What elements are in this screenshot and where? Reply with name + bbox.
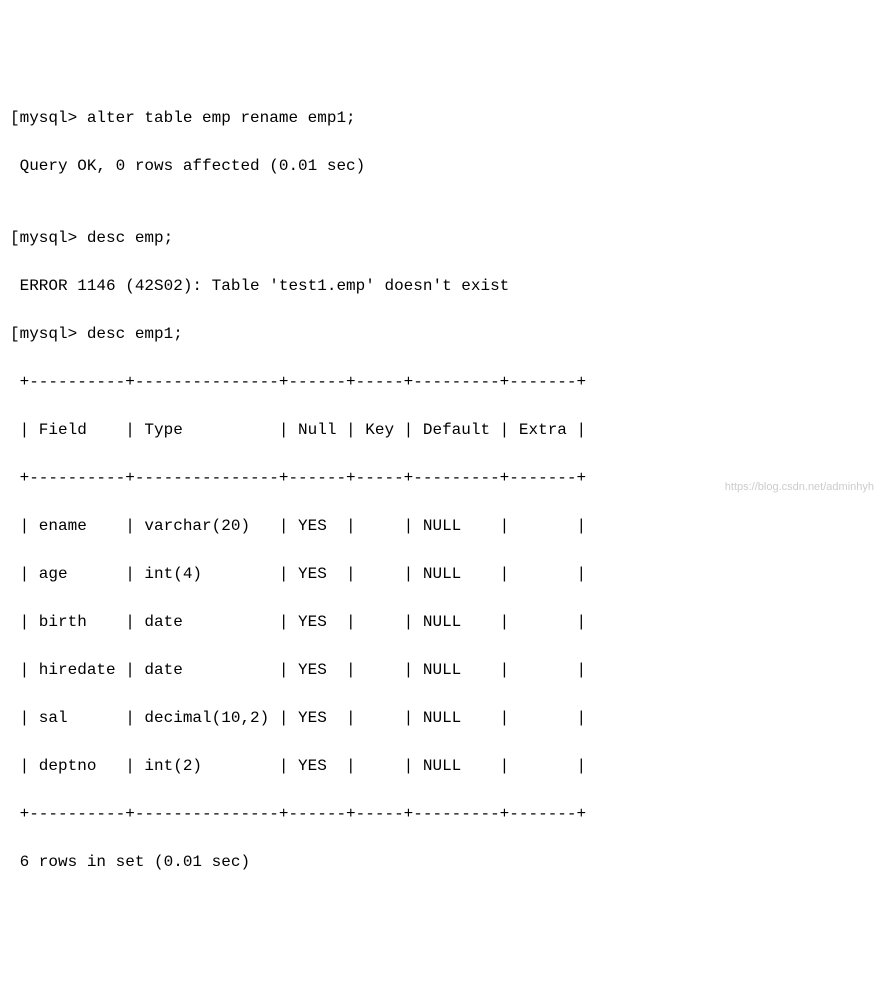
mysql-command-desc-emp: [mysql> desc emp;: [10, 226, 874, 250]
query-ok-message: Query OK, 0 rows affected (0.01 sec): [10, 154, 874, 178]
mysql-command-alter: [mysql> alter table emp rename emp1;: [10, 106, 874, 130]
table-row: | sal | decimal(10,2) | YES | | NULL | |: [10, 706, 874, 730]
error-message: ERROR 1146 (42S02): Table 'test1.emp' do…: [10, 274, 874, 298]
mysql-command-desc-emp1: [mysql> desc emp1;: [10, 322, 874, 346]
table-row: | ename | varchar(20) | YES | | NULL | |: [10, 514, 874, 538]
table-border-bottom: +----------+---------------+------+-----…: [10, 802, 874, 826]
table-row: | deptno | int(2) | YES | | NULL | |: [10, 754, 874, 778]
table-border-top: +----------+---------------+------+-----…: [10, 370, 874, 394]
table-row: | age | int(4) | YES | | NULL | |: [10, 562, 874, 586]
table-row: | hiredate | date | YES | | NULL | |: [10, 658, 874, 682]
watermark-text: https://blog.csdn.net/adminhyh: [725, 479, 874, 496]
table-header: | Field | Type | Null | Key | Default | …: [10, 418, 874, 442]
table-row: | birth | date | YES | | NULL | |: [10, 610, 874, 634]
rows-summary: 6 rows in set (0.01 sec): [10, 850, 874, 874]
